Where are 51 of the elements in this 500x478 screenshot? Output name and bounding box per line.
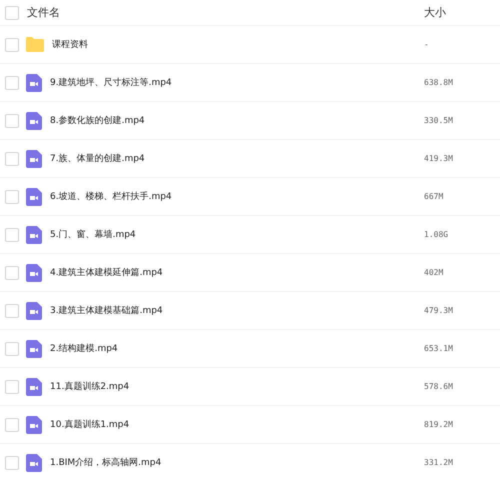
column-header[interactable]: 大小 — [424, 5, 500, 20]
video-icon — [26, 112, 42, 130]
file-name[interactable]: 3.建筑主体建模基础篇.mp4 — [50, 304, 163, 317]
file-size: 638.8M — [424, 78, 454, 87]
row-checkbox[interactable] — [5, 152, 19, 166]
file-size: 479.3M — [424, 306, 454, 315]
select-all-checkbox[interactable] — [5, 6, 19, 20]
video-icon — [26, 264, 42, 282]
file-size: 330.5M — [424, 116, 454, 125]
file-size: 402M — [424, 268, 444, 277]
video-icon — [26, 74, 42, 92]
video-icon — [26, 226, 42, 244]
file-size: 653.1M — [424, 344, 454, 353]
file-name[interactable]: 2.结构建模.mp4 — [50, 342, 118, 355]
row-checkbox[interactable] — [5, 228, 19, 242]
row-checkbox[interactable] — [5, 380, 19, 394]
video-icon — [26, 188, 42, 206]
video-icon — [26, 340, 42, 358]
file-size: 419.3M — [424, 154, 454, 163]
row-checkbox[interactable] — [5, 114, 19, 128]
video-icon — [26, 378, 42, 396]
file-name[interactable]: 9.建筑地坪、尺寸标注等.mp4 — [50, 76, 172, 89]
file-size: 1.08G — [424, 230, 450, 239]
file-name[interactable]: 7.族、体量的创建.mp4 — [50, 152, 145, 165]
row-checkbox[interactable] — [5, 304, 19, 318]
file-name[interactable]: 6.坡道、楼梯、栏杆扶手.mp4 — [50, 190, 172, 203]
file-name[interactable]: 5.门、窗、幕墙.mp4 — [50, 228, 136, 241]
file-size: 819.2M — [424, 420, 454, 429]
video-icon — [26, 454, 42, 472]
file-name[interactable]: 11.真题训练2.mp4 — [50, 380, 130, 393]
file-size: 578.6M — [424, 382, 454, 391]
video-icon — [26, 150, 42, 168]
file-size: 331.2M — [424, 458, 454, 467]
column-header[interactable]: 文件名 — [27, 5, 424, 20]
row-checkbox[interactable] — [5, 190, 19, 204]
row-checkbox[interactable] — [5, 38, 19, 52]
file-name[interactable]: 8.参数化族的创建.mp4 — [50, 114, 145, 127]
row-checkbox[interactable] — [5, 456, 19, 470]
video-icon — [26, 302, 42, 320]
folder-icon — [26, 37, 44, 52]
file-name[interactable]: 4.建筑主体建模延伸篇.mp4 — [50, 266, 163, 279]
row-checkbox[interactable] — [5, 342, 19, 356]
file-size: 667M — [424, 192, 444, 201]
row-checkbox[interactable] — [5, 266, 19, 280]
file-name[interactable]: 10.真题训练1.mp4 — [50, 418, 130, 431]
row-checkbox[interactable] — [5, 418, 19, 432]
file-name[interactable]: 1.BIM介绍，标高轴网.mp4 — [50, 456, 162, 469]
file-name[interactable]: 课程资料 — [52, 38, 88, 51]
file-size: - — [424, 40, 430, 49]
video-icon — [26, 416, 42, 434]
row-checkbox[interactable] — [5, 76, 19, 90]
